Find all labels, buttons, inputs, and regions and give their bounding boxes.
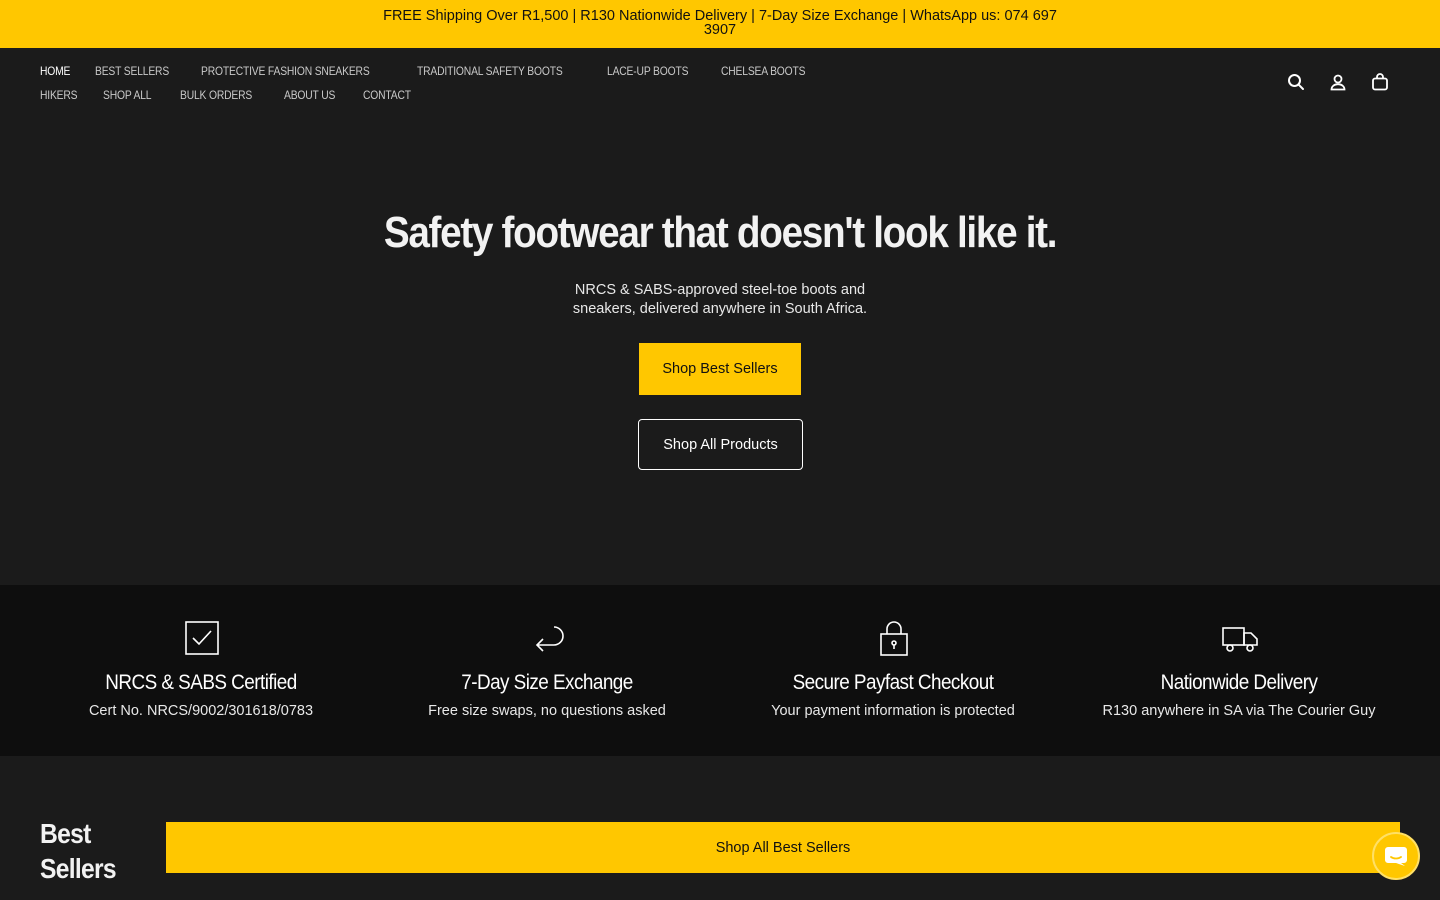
hero-title: Safety footwear that doesn't look like i…: [383, 208, 1058, 257]
features-band: NRCS & SABS Certified Cert No. NRCS/9002…: [0, 585, 1440, 756]
nav-protective-fashion-sneakers[interactable]: PROTECTIVE FASHION SNEAKERS: [201, 64, 370, 78]
feature-secure-checkout: Secure Payfast Checkout Your payment inf…: [720, 585, 1066, 756]
checkbox-icon: [185, 621, 219, 655]
account-icon[interactable]: [1328, 72, 1348, 92]
shop-all-best-sellers-button[interactable]: Shop All Best Sellers: [166, 822, 1400, 873]
feature-subtitle: Your payment information is protected: [771, 703, 1015, 719]
nav-hikers[interactable]: HIKERS: [40, 88, 78, 102]
announcement-text: FREE Shipping Over R1,500 | R130 Nationw…: [383, 8, 1057, 38]
nav-home[interactable]: HOME: [40, 64, 70, 78]
shop-best-sellers-button[interactable]: Shop Best Sellers: [639, 343, 801, 395]
nav-bulk-orders[interactable]: BULK ORDERS: [180, 88, 252, 102]
feature-size-exchange: 7-Day Size Exchange Free size swaps, no …: [374, 585, 720, 756]
nav-contact[interactable]: CONTACT: [363, 88, 411, 102]
nav-shop-all[interactable]: SHOP ALL: [103, 88, 152, 102]
nav-chelsea-boots[interactable]: CHELSEA BOOTS: [721, 64, 806, 78]
hero-section: Safety footwear that doesn't look like i…: [0, 120, 1440, 585]
site-header: HOME BEST SELLERS PROTECTIVE FASHION SNE…: [0, 48, 1440, 120]
hero-subtitle: NRCS & SABS-approved steel-toe boots and…: [572, 282, 868, 317]
search-icon[interactable]: [1286, 72, 1306, 92]
nav-traditional-safety-boots[interactable]: TRADITIONAL SAFETY BOOTS: [417, 64, 563, 78]
nav-row-2: HIKERS SHOP ALL BULK ORDERS ABOUT US CON…: [40, 88, 419, 102]
nav-lace-up-boots[interactable]: LACE-UP BOOTS: [607, 64, 688, 78]
header-icons: [1286, 72, 1390, 92]
lock-icon: [880, 621, 908, 656]
return-arrow-icon: [535, 626, 564, 652]
feature-title: 7-Day Size Exchange: [461, 671, 633, 694]
cart-icon[interactable]: [1370, 72, 1390, 92]
feature-subtitle: Free size swaps, no questions asked: [428, 703, 666, 719]
feature-subtitle: Cert No. NRCS/9002/301618/0783: [88, 703, 314, 719]
chat-button[interactable]: [1372, 832, 1420, 880]
nav-row-1: HOME BEST SELLERS PROTECTIVE FASHION SNE…: [40, 64, 819, 78]
announcement-bar: FREE Shipping Over R1,500 | R130 Nationw…: [0, 0, 1440, 48]
nav-about-us[interactable]: ABOUT US: [284, 88, 335, 102]
feature-title: Secure Payfast Checkout: [792, 671, 994, 694]
truck-icon: [1222, 627, 1258, 652]
feature-delivery: Nationwide Delivery R130 anywhere in SA …: [1066, 585, 1412, 756]
shop-all-products-button[interactable]: Shop All Products: [638, 419, 803, 470]
feature-title: Nationwide Delivery: [1160, 671, 1318, 694]
feature-title: NRCS & SABS Certified: [105, 671, 297, 694]
nav-best-sellers[interactable]: BEST SELLERS: [95, 64, 169, 78]
best-sellers-title: Best Sellers: [40, 818, 117, 884]
chat-icon: [1385, 847, 1407, 866]
best-sellers-section: Best Sellers Shop All Best Sellers: [0, 756, 1440, 900]
feature-certified: NRCS & SABS Certified Cert No. NRCS/9002…: [28, 585, 374, 756]
feature-subtitle: R130 anywhere in SA via The Courier Guy: [1102, 703, 1376, 719]
